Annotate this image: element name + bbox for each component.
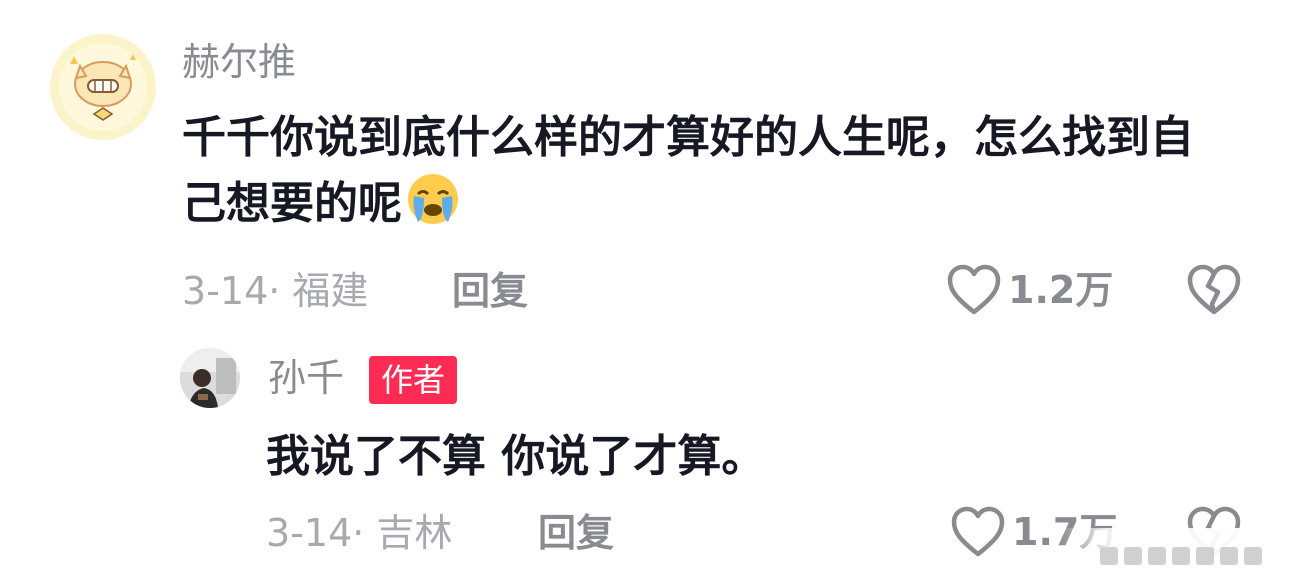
avatar[interactable] — [50, 34, 156, 140]
like-count: 1.2万 — [1008, 268, 1114, 312]
reply-username[interactable]: 孙千 — [268, 352, 344, 404]
watermark-mark — [1220, 546, 1238, 565]
comment-meta: 3-14· 福建 — [182, 269, 369, 313]
watermark — [1060, 528, 1290, 583]
dislike-button[interactable] — [1186, 264, 1242, 320]
watermark-mark — [1148, 546, 1166, 565]
watermark-mark — [1196, 546, 1214, 565]
heart-icon — [947, 264, 1001, 315]
reply-text: 我说了不算 你说了才算。 — [266, 431, 766, 482]
author-badge: 作者 — [369, 356, 458, 404]
comment-text-body: 千千你说到底什么样的才算好的人生呢，怎么找到自己想要的呢 — [182, 112, 1194, 229]
watermark-mark — [1172, 546, 1190, 565]
reply-meta: 3-14· 吉林 — [266, 511, 453, 555]
reply-button[interactable]: 回复 — [452, 266, 528, 316]
comment-username[interactable]: 赫尔推 — [182, 36, 296, 88]
crying-face-icon — [406, 172, 460, 226]
watermark-mark — [1100, 546, 1118, 565]
reply-reply-button[interactable]: 回复 — [538, 508, 614, 558]
like-button[interactable]: 1.2万 — [946, 264, 1113, 316]
photo-avatar-icon — [180, 348, 240, 408]
comment-text: 千千你说到底什么样的才算好的人生呢，怎么找到自己想要的呢 — [182, 105, 1222, 237]
cartoon-pig-avatar-icon — [50, 34, 156, 140]
watermark-mark — [1244, 546, 1262, 565]
heart-icon — [951, 506, 1005, 557]
watermark-mark — [1124, 546, 1142, 565]
reply-avatar[interactable] — [180, 348, 240, 408]
broken-heart-icon — [1187, 264, 1241, 315]
